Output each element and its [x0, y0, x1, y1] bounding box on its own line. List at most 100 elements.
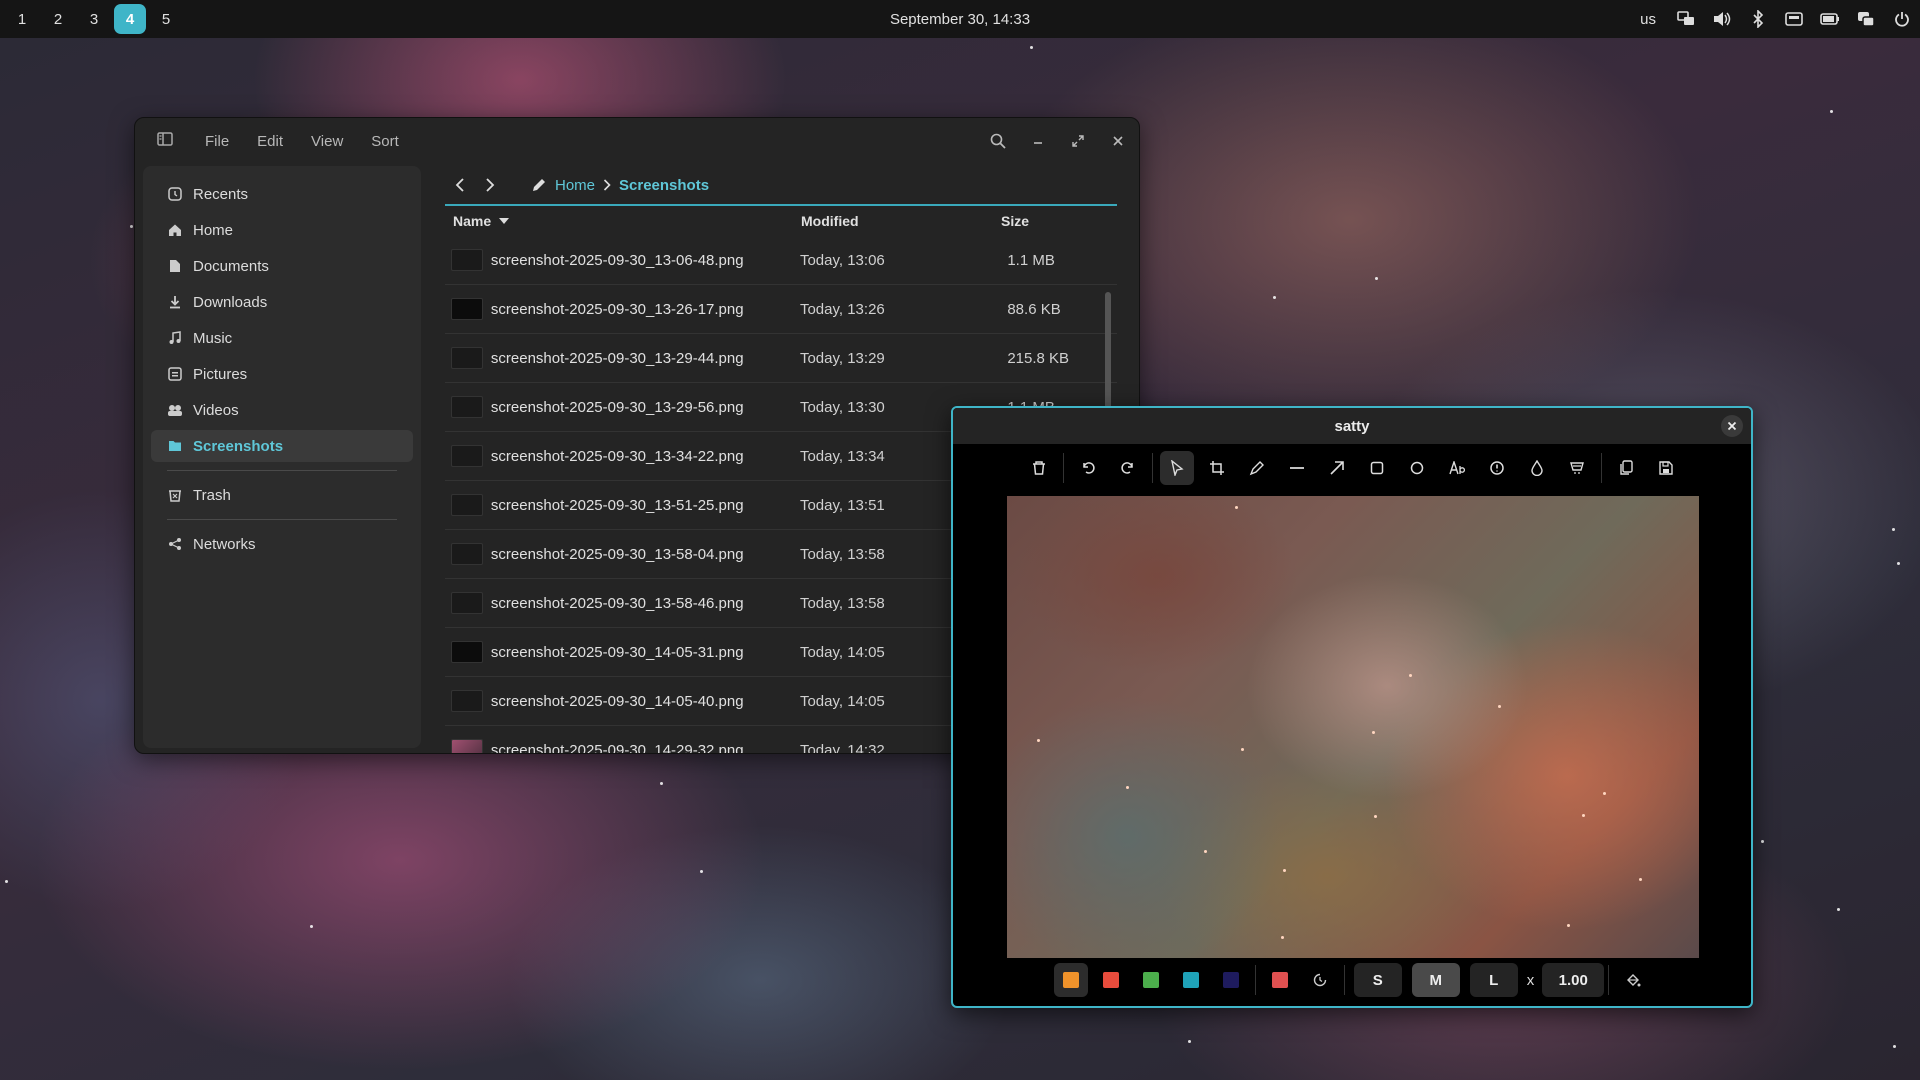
chevron-right-icon [603, 179, 611, 191]
trash-icon[interactable] [1022, 451, 1056, 485]
sidebar-item-label: Home [193, 221, 234, 239]
style-toolbar: S M L x 1.00 [953, 960, 1751, 1000]
workspace-4[interactable]: 4 [114, 4, 146, 34]
redo-icon[interactable] [1111, 451, 1145, 485]
column-name[interactable]: Name [445, 213, 801, 229]
network-icon [167, 536, 183, 552]
swatch-fill [1182, 972, 1199, 988]
clock-icon [167, 186, 183, 202]
ellipse-icon[interactable] [1400, 451, 1434, 485]
document-icon [167, 258, 183, 274]
table-row[interactable]: screenshot-2025-09-30_13-29-44.png Today,… [445, 334, 1117, 383]
menu-file[interactable]: File [205, 133, 229, 150]
size-factor-field[interactable]: 1.00 [1542, 963, 1605, 997]
sidebar-item-documents[interactable]: Documents [151, 250, 413, 282]
sidebar-item-label: Documents [193, 257, 269, 275]
color-swatch-cyan[interactable] [1174, 963, 1208, 997]
sidebar-item-label: Trash [193, 486, 231, 504]
satty-window: satty S M L x 1.00 [951, 406, 1753, 1008]
sidebar-item-videos[interactable]: Videos [151, 394, 413, 426]
edit-path-icon[interactable] [531, 177, 547, 193]
custom-color-button[interactable] [1263, 963, 1297, 997]
sidebar-item-label: Music [193, 329, 233, 347]
sidebar-item-screenshots[interactable]: Screenshots [151, 430, 413, 462]
column-modified[interactable]: Modified [801, 213, 1001, 229]
sidebar-item-label: Downloads [193, 293, 268, 311]
highlight-icon[interactable] [1560, 451, 1594, 485]
trash-icon [167, 487, 183, 503]
network-icon[interactable] [1676, 9, 1696, 29]
crop-icon[interactable] [1200, 451, 1234, 485]
table-row[interactable]: screenshot-2025-09-30_13-26-17.png Today,… [445, 285, 1117, 334]
sidebar-item-music[interactable]: Music [151, 322, 413, 354]
blur-icon[interactable] [1520, 451, 1554, 485]
marker-icon[interactable] [1480, 451, 1514, 485]
volume-icon[interactable] [1712, 9, 1732, 29]
sidebar-item-pictures[interactable]: Pictures [151, 358, 413, 390]
size-large-button[interactable]: L [1469, 963, 1518, 997]
file-thumbnail [451, 739, 483, 753]
notifications-icon[interactable] [1856, 9, 1876, 29]
forward-button[interactable] [475, 170, 505, 200]
table-row[interactable]: screenshot-2025-09-30_13-06-48.png Today,… [445, 236, 1117, 285]
file-thumbnail [451, 396, 483, 418]
swatch-fill [1102, 972, 1119, 988]
color-swatch-green[interactable] [1134, 963, 1168, 997]
fill-icon[interactable] [1616, 963, 1650, 997]
undo-icon[interactable] [1071, 451, 1105, 485]
sidebar-item-home[interactable]: Home [151, 214, 413, 246]
menu-view[interactable]: View [311, 133, 343, 150]
home-icon [167, 222, 183, 238]
file-thumbnail [451, 592, 483, 614]
copy-icon[interactable] [1609, 451, 1643, 485]
sidebar-toggle-icon[interactable] [157, 132, 175, 150]
color-picker-icon[interactable] [1303, 963, 1337, 997]
pointer-icon[interactable] [1159, 451, 1194, 485]
workspace-2[interactable]: 2 [42, 4, 74, 34]
menu-edit[interactable]: Edit [257, 133, 283, 150]
file-size: 1.1 MB [1007, 251, 1055, 269]
screenshot-icon[interactable] [1784, 9, 1804, 29]
close-button[interactable] [1721, 415, 1743, 437]
battery-icon[interactable] [1820, 9, 1840, 29]
image-canvas[interactable] [1007, 496, 1699, 958]
column-size[interactable]: Size [1001, 213, 1111, 229]
download-icon [167, 294, 183, 310]
size-small-button[interactable]: S [1353, 963, 1402, 997]
arrow-icon[interactable] [1320, 451, 1354, 485]
text-icon[interactable] [1440, 451, 1474, 485]
workspace-3[interactable]: 3 [78, 4, 110, 34]
breadcrumb-current[interactable]: Screenshots [619, 177, 709, 194]
sidebar-item-trash[interactable]: Trash [151, 479, 413, 511]
maximize-icon[interactable] [1069, 128, 1087, 154]
minimize-icon[interactable] [1029, 128, 1047, 154]
sidebar-item-networks[interactable]: Networks [151, 528, 413, 560]
brush-icon[interactable] [1240, 451, 1274, 485]
file-name: screenshot-2025-09-30_14-05-40.png [490, 692, 744, 710]
file-thumbnail [451, 298, 483, 320]
keyboard-layout[interactable]: us [1640, 11, 1656, 28]
power-icon[interactable] [1892, 9, 1912, 29]
workspace-1[interactable]: 1 [6, 4, 38, 34]
save-icon[interactable] [1649, 451, 1683, 485]
file-modified: Today, 13:29 [799, 349, 885, 367]
swatch-fill [1271, 972, 1288, 988]
sidebar-item-downloads[interactable]: Downloads [151, 286, 413, 318]
close-icon[interactable] [1109, 128, 1127, 154]
menu-sort[interactable]: Sort [371, 133, 399, 150]
search-icon[interactable] [989, 128, 1007, 154]
workspace-5[interactable]: 5 [150, 4, 182, 34]
sidebar-item-recents[interactable]: Recents [151, 178, 413, 210]
sidebar-item-label: Recents [193, 185, 249, 203]
color-swatch-red[interactable] [1094, 963, 1128, 997]
color-swatch-navy[interactable] [1214, 963, 1248, 997]
size-medium-button[interactable]: M [1411, 963, 1460, 997]
line-icon[interactable] [1280, 451, 1314, 485]
videos-icon [167, 402, 183, 418]
back-button[interactable] [445, 170, 475, 200]
rectangle-icon[interactable] [1360, 451, 1394, 485]
breadcrumb: Home Screenshots [531, 177, 709, 194]
bluetooth-icon[interactable] [1748, 9, 1768, 29]
breadcrumb-home[interactable]: Home [555, 177, 595, 194]
color-swatch-orange[interactable] [1053, 963, 1088, 997]
